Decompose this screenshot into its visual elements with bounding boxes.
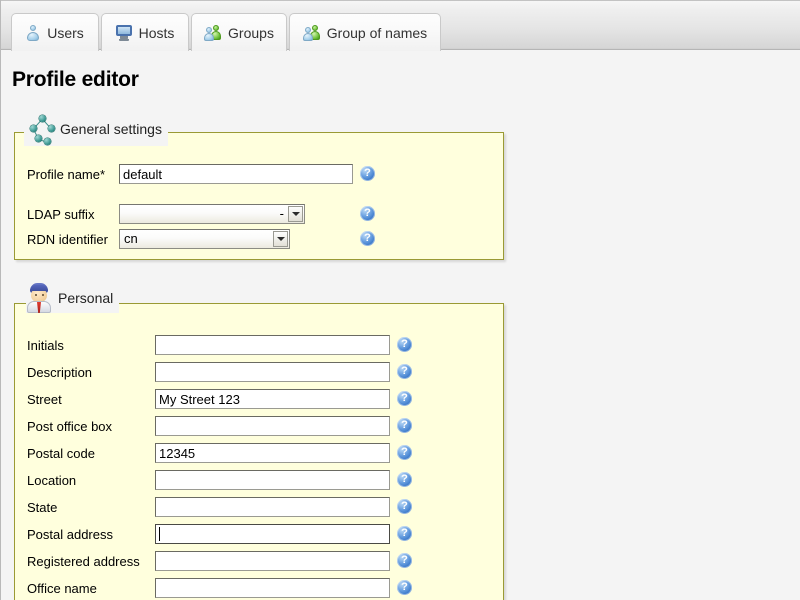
form-row-location: Location bbox=[27, 469, 76, 491]
tree-icon-node bbox=[44, 138, 51, 145]
text-caret bbox=[159, 527, 160, 541]
tab-group-of-names[interactable]: Group of names bbox=[289, 13, 441, 51]
input-postal-code[interactable] bbox=[155, 443, 390, 463]
label-registered-address: Registered address bbox=[27, 553, 140, 569]
person-icon-fringe bbox=[30, 285, 48, 291]
person-icon bbox=[26, 283, 52, 313]
label-profile-name: Profile name* bbox=[27, 166, 106, 182]
form-row-post-office-box: Post office box bbox=[27, 415, 112, 437]
label-office-name: Office name bbox=[27, 580, 97, 596]
tab-label: Hosts bbox=[138, 24, 175, 41]
label-location: Location bbox=[27, 472, 77, 488]
input-post-office-box[interactable] bbox=[155, 416, 390, 436]
group-icon-blue-person bbox=[302, 26, 313, 41]
form-row-description: Description bbox=[27, 361, 92, 383]
form-row-postal-code: Postal code bbox=[27, 442, 95, 464]
help-icon[interactable]: ? bbox=[360, 231, 375, 246]
select-rdn-identifier[interactable]: cn bbox=[119, 229, 290, 249]
help-icon[interactable]: ? bbox=[397, 391, 412, 406]
tab-label: Group of names bbox=[326, 24, 428, 41]
form-row-rdn-identifier: RDN identifier bbox=[27, 228, 108, 250]
input-location[interactable] bbox=[155, 470, 390, 490]
tab-label: Groups bbox=[228, 24, 274, 41]
group-icon bbox=[204, 24, 222, 41]
form-row-office-name: Office name bbox=[27, 577, 97, 599]
label-postal-code: Postal code bbox=[27, 445, 95, 461]
tree-icon-node bbox=[35, 135, 42, 142]
tab-label: Users bbox=[47, 24, 84, 41]
input-office-name[interactable] bbox=[155, 578, 390, 598]
tree-icon-node bbox=[30, 125, 37, 132]
label-postal-address: Postal address bbox=[27, 526, 113, 542]
form-row-state: State bbox=[27, 496, 57, 518]
form-row-street: Street bbox=[27, 388, 62, 410]
input-street[interactable] bbox=[155, 389, 390, 409]
legend-label: General settings bbox=[60, 121, 162, 137]
label-post-office-box: Post office box bbox=[27, 418, 113, 434]
select-value: cn bbox=[124, 231, 138, 246]
chevron-down-icon[interactable] bbox=[273, 231, 288, 247]
tree-icon bbox=[24, 112, 55, 146]
label-street: Street bbox=[27, 391, 62, 407]
host-icon bbox=[115, 25, 132, 40]
legend-general-settings: General settings bbox=[24, 112, 168, 146]
page-title: Profile editor bbox=[12, 68, 139, 91]
help-icon[interactable]: ? bbox=[397, 364, 412, 379]
label-ldap-suffix: LDAP suffix bbox=[27, 206, 95, 222]
tab-bar: Users Hosts Groups Group of names bbox=[1, 0, 800, 51]
person-icon-eye-right bbox=[42, 294, 44, 296]
help-icon[interactable]: ? bbox=[397, 445, 412, 460]
group-icon bbox=[302, 24, 320, 41]
help-icon[interactable]: ? bbox=[397, 553, 412, 568]
tab-hosts[interactable]: Hosts bbox=[101, 13, 189, 51]
input-state[interactable] bbox=[155, 497, 390, 517]
tab-groups[interactable]: Groups bbox=[191, 13, 287, 51]
help-icon[interactable]: ? bbox=[397, 418, 412, 433]
tree-icon-node bbox=[39, 115, 46, 122]
legend-personal: Personal bbox=[26, 283, 120, 313]
form-row-registered-address: Registered address bbox=[27, 550, 140, 572]
person-icon-eye-left bbox=[35, 294, 37, 296]
input-initials[interactable] bbox=[155, 335, 390, 355]
help-icon[interactable]: ? bbox=[397, 526, 412, 541]
select-value: - bbox=[279, 206, 284, 221]
help-icon[interactable]: ? bbox=[397, 499, 412, 514]
input-registered-address[interactable] bbox=[155, 551, 390, 571]
chevron-down-icon[interactable] bbox=[288, 206, 303, 222]
label-description: Description bbox=[27, 364, 93, 380]
help-icon[interactable]: ? bbox=[397, 337, 412, 352]
input-postal-address[interactable] bbox=[155, 524, 390, 544]
tab-bar-inner: Users Hosts Groups Group of names bbox=[1, 1, 800, 51]
form-row-ldap-suffix: LDAP suffix bbox=[27, 203, 94, 225]
select-ldap-suffix[interactable]: - bbox=[119, 204, 305, 224]
user-icon bbox=[26, 24, 40, 41]
legend-label: Personal bbox=[58, 290, 114, 306]
tab-users[interactable]: Users bbox=[11, 13, 99, 51]
page-left-border bbox=[0, 0, 1, 600]
form-row-postal-address: Postal address bbox=[27, 523, 113, 545]
help-icon[interactable]: ? bbox=[360, 206, 375, 221]
help-icon[interactable]: ? bbox=[397, 580, 412, 595]
form-row-profile-name: Profile name* bbox=[27, 163, 105, 185]
label-rdn-identifier: RDN identifier bbox=[27, 231, 108, 247]
tree-icon-node bbox=[48, 125, 55, 132]
help-icon[interactable]: ? bbox=[360, 166, 375, 181]
profile-editor-page: Users Hosts Groups Group of names Profile e… bbox=[0, 0, 800, 600]
label-initials: Initials bbox=[27, 337, 64, 353]
help-icon[interactable]: ? bbox=[397, 472, 412, 487]
label-state: State bbox=[27, 499, 58, 515]
group-icon-blue-person bbox=[204, 26, 215, 41]
input-profile-name[interactable] bbox=[119, 164, 353, 184]
input-description[interactable] bbox=[155, 362, 390, 382]
form-row-initials: Initials bbox=[27, 334, 64, 356]
